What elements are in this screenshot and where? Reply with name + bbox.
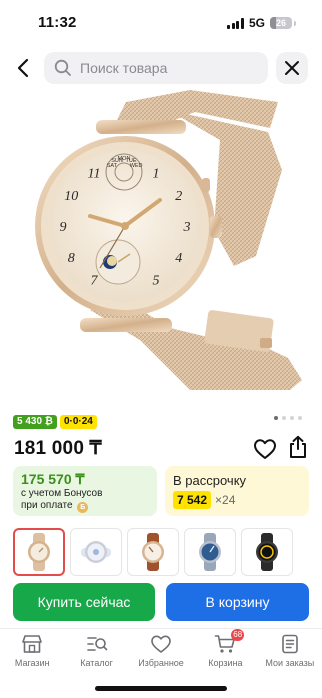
installment-amount: 7 542 xyxy=(173,491,212,509)
bonus-coin-icon: Б xyxy=(77,502,89,513)
tab-favorites[interactable]: Избранное xyxy=(129,629,193,674)
status-bar: 11:32 5G 26 xyxy=(0,0,322,44)
tab-orders[interactable]: Мои заказы xyxy=(258,629,322,674)
pager-dot xyxy=(274,416,278,420)
watch-day-label: WED xyxy=(130,163,143,169)
watch-hour-numeral: 8 xyxy=(68,251,75,266)
status-icons: 5G 26 xyxy=(227,16,296,30)
pager-dot xyxy=(298,416,302,420)
bottom-tab-bar: Магазин Каталог Избранное 68 Корзина Мои… xyxy=(0,628,322,674)
home-indicator xyxy=(95,686,227,691)
brown-watch-thumb xyxy=(142,533,164,571)
bonus-price-card[interactable]: 175 570 ₸ с учетом Бонусов при оплате Б xyxy=(13,466,157,516)
watch-hour-numeral: 2 xyxy=(175,189,182,204)
blue-watch-thumb xyxy=(199,533,221,571)
cart-count-badge: 68 xyxy=(231,629,245,641)
bonus-note-line1: с учетом Бонусов xyxy=(21,488,103,499)
search-input[interactable] xyxy=(80,60,250,76)
tab-store-label: Магазин xyxy=(14,658,50,668)
image-pager xyxy=(274,416,302,420)
variant-thumbnails xyxy=(13,528,293,576)
installment-title: В рассрочку xyxy=(173,473,247,488)
watch-hour-numeral: 7 xyxy=(91,274,99,289)
tab-cart-label: Корзина xyxy=(208,658,243,668)
buy-now-button[interactable]: Купить сейчас xyxy=(13,583,155,621)
search-box[interactable] xyxy=(44,52,268,84)
variant-thumb-white-silicone[interactable] xyxy=(70,528,122,576)
chevron-left-icon xyxy=(17,58,29,78)
bonus-note: с учетом Бонусов при оплате Б xyxy=(21,488,102,513)
watch-hour-numeral: 4 xyxy=(175,251,182,266)
installment-term: ×24 xyxy=(215,493,236,507)
tab-store[interactable]: Магазин xyxy=(0,629,64,674)
pager-dot xyxy=(290,416,294,420)
bonus-price: 175 570 ₸ xyxy=(21,471,85,487)
installment-row: 7 542 ×24 xyxy=(173,491,235,509)
catalog-search-icon xyxy=(86,637,107,651)
product-image[interactable]: 1 2 3 4 5 7 8 9 10 11 SAT SUN MON TUE WED xyxy=(20,90,302,405)
heart-icon xyxy=(254,439,276,459)
add-to-cart-button[interactable]: В корзину xyxy=(166,583,309,621)
close-icon xyxy=(285,61,299,75)
share-icon xyxy=(290,435,306,458)
network-type: 5G xyxy=(248,16,265,30)
orders-icon xyxy=(282,634,298,654)
variant-thumb-gold-mesh[interactable] xyxy=(13,528,65,576)
watch-day-label: SAT xyxy=(107,163,118,169)
share-button[interactable] xyxy=(288,435,308,459)
watch-hour-numeral: 1 xyxy=(153,166,160,181)
variant-thumb-blue-steel[interactable] xyxy=(184,528,236,576)
watch-hour-numeral: 10 xyxy=(64,189,78,204)
store-icon xyxy=(22,635,43,653)
signal-icon xyxy=(227,17,244,29)
search-header xyxy=(0,50,322,86)
installment-card[interactable]: В рассрочку 7 542 ×24 xyxy=(165,466,309,516)
status-time: 11:32 xyxy=(38,14,77,31)
heart-icon xyxy=(151,635,171,653)
installment-badge: 0·0·24 xyxy=(59,415,97,429)
product-price: 181 000 ₸ xyxy=(14,438,102,459)
smartwatch-image: 123457891011 SATSUNMONTUEWED xyxy=(35,90,302,390)
variant-thumb-black-sport[interactable] xyxy=(241,528,293,576)
tab-favorites-label: Избранное xyxy=(138,658,184,668)
tab-catalog[interactable]: Каталог xyxy=(64,629,128,674)
tab-orders-label: Мои заказы xyxy=(265,658,315,668)
gold-watch-thumb xyxy=(28,533,50,571)
bonus-note-line2: при оплате xyxy=(21,500,73,511)
close-button[interactable] xyxy=(276,52,308,84)
watch-hour-numeral: 9 xyxy=(60,220,67,235)
tab-catalog-label: Каталог xyxy=(80,658,113,668)
white-watch-thumb xyxy=(81,541,111,563)
battery-icon: 26 xyxy=(270,17,292,29)
favorite-button[interactable] xyxy=(253,438,277,460)
bonus-badge: 5 430 ₿ xyxy=(13,415,57,429)
promo-badges: 5 430 ₿ 0·0·24 xyxy=(13,415,97,429)
bonus-note-line2-wrap: при оплате Б xyxy=(21,500,102,513)
battery-level: 26 xyxy=(275,18,286,28)
tab-cart[interactable]: 68 Корзина xyxy=(193,629,257,674)
black-watch-thumb xyxy=(256,533,278,571)
watch-hour-numeral: 11 xyxy=(88,166,101,181)
search-icon xyxy=(54,59,71,76)
back-button[interactable] xyxy=(12,56,36,80)
watch-hour-numeral: 3 xyxy=(183,220,191,235)
pager-dot xyxy=(282,416,286,420)
watch-hour-numeral: 5 xyxy=(153,274,160,289)
variant-thumb-brown-leather[interactable] xyxy=(127,528,179,576)
